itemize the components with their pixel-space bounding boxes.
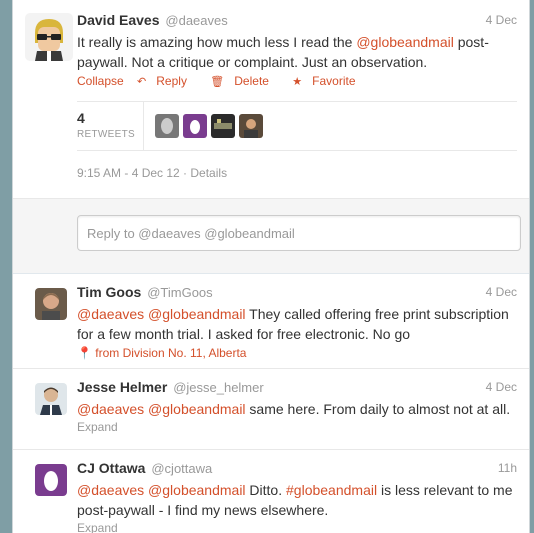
delete-button[interactable]: 🗑 Delete — [210, 74, 279, 88]
retweeter-avatar[interactable] — [155, 114, 179, 138]
favorite-button[interactable]: ★ Favorite — [292, 74, 365, 88]
tweet-time[interactable]: 11h — [498, 461, 517, 475]
author-username[interactable]: @jesse_helmer — [173, 380, 264, 395]
reply-tweet[interactable]: CJ Ottawa @cjottawa 11h @daeaves @globea… — [13, 450, 529, 533]
map-pin-icon: 📍 — [77, 346, 92, 360]
expand-link[interactable]: Expand — [77, 420, 517, 434]
reply-label: Reply — [156, 74, 187, 88]
avatar[interactable] — [35, 464, 67, 496]
tweet-time[interactable]: 4 Dec — [486, 285, 517, 299]
reply-tweet[interactable]: Jesse Helmer @jesse_helmer 4 Dec @daeave… — [13, 369, 529, 450]
reply-box-area — [13, 198, 529, 274]
tweet-time[interactable]: 4 Dec — [486, 13, 517, 27]
mention-link[interactable]: @globeandmail — [148, 306, 246, 322]
tweet-text: @daeaves @globeandmail same here. From d… — [77, 399, 517, 419]
tweet-text: @daeaves @globeandmail Ditto. #globeandm… — [77, 480, 517, 520]
author-username[interactable]: @daeaves — [165, 13, 227, 28]
retweeter-avatar[interactable] — [239, 114, 263, 138]
reply-tweet[interactable]: Tim Goos @TimGoos 4 Dec @daeaves @globea… — [13, 274, 529, 369]
author-username[interactable]: @TimGoos — [147, 285, 212, 300]
delete-label: Delete — [234, 74, 269, 88]
tweet-location[interactable]: 📍 from Division No. 11, Alberta — [77, 346, 517, 360]
mention-link[interactable]: @daeaves — [77, 482, 144, 498]
retweets-label: RETWEETS — [77, 129, 135, 140]
tweet-timestamp[interactable]: 9:15 AM - 4 Dec 12 · Details — [77, 166, 517, 180]
tweet-header: David Eaves @daeaves 4 Dec — [77, 12, 517, 32]
avatar[interactable] — [35, 288, 67, 320]
mention-link[interactable]: @daeaves — [77, 401, 144, 417]
tweet-text-part: It really is amazing how much less I rea… — [77, 34, 357, 50]
collapse-button[interactable]: Collapse — [77, 74, 124, 88]
reply-icon: ↶ — [137, 76, 147, 88]
tweet-actions: Collapse ↶ Reply 🗑 Delete ★ Favorite — [77, 74, 517, 90]
tweet-text: It really is amazing how much less I rea… — [77, 32, 517, 72]
retweet-stats: 4 RETWEETS — [77, 101, 517, 151]
mention-link[interactable]: @globeandmail — [148, 401, 246, 417]
avatar[interactable] — [25, 13, 73, 61]
tweet-header: Jesse Helmer @jesse_helmer 4 Dec — [77, 379, 517, 399]
reply-button[interactable]: ↶ Reply — [137, 74, 197, 88]
author-name[interactable]: Jesse Helmer — [77, 379, 167, 395]
tweet-text: @daeaves @globeandmail They called offer… — [77, 304, 517, 344]
retweeter-avatar[interactable] — [183, 114, 207, 138]
avatar[interactable] — [35, 383, 67, 415]
retweeter-avatars — [155, 114, 263, 138]
favorite-label: Favorite — [312, 74, 356, 88]
hashtag-link[interactable]: #globeandmail — [286, 482, 377, 498]
trash-icon: 🗑 — [210, 76, 225, 88]
mention-link[interactable]: @globeandmail — [356, 34, 454, 50]
author-username[interactable]: @cjottawa — [151, 461, 212, 476]
author-name[interactable]: David Eaves — [77, 12, 160, 28]
tweet-text-part: same here. From daily to almost not at a… — [245, 401, 511, 417]
author-name[interactable]: CJ Ottawa — [77, 460, 145, 476]
reply-input[interactable] — [77, 215, 521, 251]
tweet-time[interactable]: 4 Dec — [486, 380, 517, 394]
mention-link[interactable]: @daeaves — [77, 306, 144, 322]
expand-link[interactable]: Expand — [77, 521, 517, 533]
star-icon: ★ — [292, 76, 303, 88]
location-label: from Division No. 11, Alberta — [95, 346, 247, 360]
tweet-text-part: Ditto. — [245, 482, 287, 498]
retweet-count[interactable]: 4 — [77, 110, 85, 126]
retweeter-avatar[interactable] — [211, 114, 235, 138]
stats-divider — [143, 102, 144, 150]
tweet-header: Tim Goos @TimGoos 4 Dec — [77, 284, 517, 304]
author-name[interactable]: Tim Goos — [77, 284, 141, 300]
main-tweet: David Eaves @daeaves 4 Dec It really is … — [13, 0, 529, 198]
mention-link[interactable]: @globeandmail — [148, 482, 246, 498]
tweet-header: CJ Ottawa @cjottawa 11h — [77, 460, 517, 480]
tweet-detail-panel: David Eaves @daeaves 4 Dec It really is … — [12, 0, 530, 533]
